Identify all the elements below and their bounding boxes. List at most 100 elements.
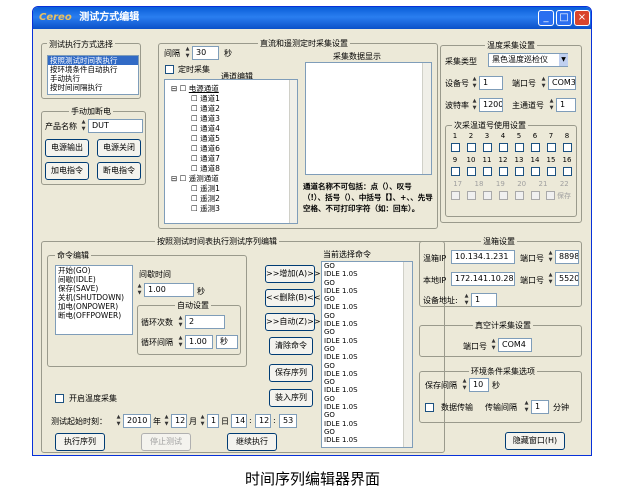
- mode-item[interactable]: 按照测试时间表执行: [48, 56, 138, 65]
- day-field[interactable]: 1: [207, 414, 219, 428]
- tree-channel[interactable]: ☐ 通道4: [169, 124, 269, 134]
- device-field[interactable]: 1: [479, 76, 503, 90]
- timed-checkbox[interactable]: [165, 65, 174, 74]
- channel-checkbox[interactable]: [498, 191, 508, 200]
- display-scrollbar[interactable]: [422, 63, 431, 174]
- channel-checkbox[interactable]: [530, 167, 540, 176]
- idle-spin-icon[interactable]: ▲ ▼: [136, 283, 143, 297]
- tree-channel[interactable]: ☐ 通道5: [169, 134, 269, 144]
- command-item[interactable]: 关机(SHUTDOWN): [56, 293, 132, 302]
- save-checkbox[interactable]: [546, 191, 555, 200]
- tree-telemetry[interactable]: ☐ 遥测1: [169, 184, 269, 194]
- command-item[interactable]: 加电(ONPOWER): [56, 302, 132, 311]
- year-spin-icon[interactable]: ▲ ▼: [115, 414, 122, 428]
- channel-checkbox[interactable]: [514, 191, 524, 200]
- channel-checkbox[interactable]: [514, 143, 524, 152]
- channel-checkbox[interactable]: [562, 143, 572, 152]
- loop-count-field[interactable]: 2: [185, 315, 225, 329]
- tree-channel[interactable]: ☐ 通道1: [169, 94, 269, 104]
- current-command-item[interactable]: IDLE 1.0S: [322, 386, 402, 394]
- loop-interval-field[interactable]: 1.00: [185, 335, 213, 349]
- save-interval-spin-icon[interactable]: ▲ ▼: [461, 378, 468, 392]
- tree-telemetry-node[interactable]: ⊟ ☐ 遥测通道: [169, 174, 269, 184]
- current-command-item[interactable]: IDLE 1.0S: [322, 370, 402, 378]
- current-command-item[interactable]: GO: [322, 362, 402, 370]
- command-list[interactable]: 开始(GO) 间歇(IDLE) 保存(SAVE) 关机(SHUTDOWN) 加电…: [55, 265, 133, 335]
- current-command-item[interactable]: IDLE 1.0S: [322, 436, 402, 444]
- channel-checkbox[interactable]: [546, 167, 556, 176]
- cut-cmd-button[interactable]: 断电指令: [97, 162, 141, 180]
- port-spin-icon[interactable]: ▲ ▼: [540, 76, 547, 90]
- clear-command-button[interactable]: 清除命令: [269, 337, 313, 355]
- current-command-item[interactable]: IDLE 1.0S: [322, 270, 402, 278]
- run-sequence-button[interactable]: 执行序列: [55, 433, 105, 451]
- channel-checkbox[interactable]: [514, 167, 524, 176]
- power-cmd-button[interactable]: 加电指令: [45, 162, 89, 180]
- minute-field[interactable]: 12: [255, 414, 271, 428]
- interval-spin-icon[interactable]: ▲ ▼: [184, 46, 191, 60]
- port-field[interactable]: COM3: [548, 76, 576, 90]
- channel-checkbox[interactable]: [482, 167, 492, 176]
- chevron-down-icon[interactable]: ▼: [559, 54, 568, 66]
- close-button[interactable]: ×: [574, 10, 590, 26]
- channel-checkbox[interactable]: [530, 143, 540, 152]
- oven-ip-field[interactable]: 10.134.1.231: [451, 250, 515, 264]
- oven-port-spin-icon[interactable]: ▲ ▼: [547, 250, 554, 264]
- command-item[interactable]: 保存(SAVE): [56, 284, 132, 293]
- current-list-scrollbar[interactable]: [403, 262, 412, 447]
- save-sequence-button[interactable]: 保存序列: [269, 364, 313, 382]
- current-command-item[interactable]: GO: [322, 279, 402, 287]
- month-field[interactable]: 12: [171, 414, 187, 428]
- temp-collect-checkbox[interactable]: [55, 394, 64, 403]
- channel-checkbox[interactable]: [466, 143, 476, 152]
- load-sequence-button[interactable]: 装入序列: [269, 389, 313, 407]
- channel-checkbox[interactable]: [482, 191, 492, 200]
- channel-checkbox[interactable]: [498, 167, 508, 176]
- channel-checkbox[interactable]: [450, 167, 460, 176]
- channel-checkbox[interactable]: [562, 167, 572, 176]
- second-field[interactable]: 53: [279, 414, 297, 428]
- current-command-item[interactable]: IDLE 1.0S: [322, 337, 402, 345]
- power-off-button[interactable]: 电源关闭: [97, 139, 141, 157]
- loop-spin-icon[interactable]: ▲ ▼: [177, 315, 184, 329]
- loop-int-spin-icon[interactable]: ▲ ▼: [177, 335, 184, 349]
- baud-field[interactable]: 1200: [479, 98, 503, 112]
- tree-channel[interactable]: ☐ 通道2: [169, 104, 269, 114]
- mode-list[interactable]: 按照测试时间表执行 按环境条件自动执行 手动执行 按时间间隔执行: [47, 55, 139, 95]
- baud-spin-icon[interactable]: ▲ ▼: [471, 98, 478, 112]
- main-channel-spin-icon[interactable]: ▲ ▼: [548, 98, 555, 112]
- local-port-spin-icon[interactable]: ▲ ▼: [547, 272, 554, 286]
- local-port-field[interactable]: 5520: [555, 272, 579, 286]
- current-command-item[interactable]: GO: [322, 395, 402, 403]
- tree-telemetry[interactable]: ☐ 遥测3: [169, 204, 269, 214]
- tree-channel[interactable]: ☐ 通道6: [169, 144, 269, 154]
- oven-port-field[interactable]: 8898: [555, 250, 579, 264]
- minimize-button[interactable]: _: [538, 10, 554, 26]
- stop-test-button[interactable]: 停止测试: [141, 433, 191, 451]
- loop-unit-select[interactable]: 秒: [216, 335, 238, 349]
- device-spin-icon[interactable]: ▲ ▼: [471, 76, 478, 90]
- channel-checkbox[interactable]: [450, 191, 460, 200]
- trans-interval-field[interactable]: 1: [531, 400, 549, 414]
- tree-channel[interactable]: ☐ 通道3: [169, 114, 269, 124]
- channel-checkbox[interactable]: [450, 143, 460, 152]
- day-spin-icon[interactable]: ▲ ▼: [199, 414, 206, 428]
- current-command-item[interactable]: IDLE 1.0S: [322, 320, 402, 328]
- current-command-item[interactable]: IDLE 1.0S: [322, 287, 402, 295]
- current-command-item[interactable]: IDLE 1.0S: [322, 353, 402, 361]
- channel-checkbox[interactable]: [546, 143, 556, 152]
- tree-scrollbar[interactable]: [289, 80, 297, 223]
- hide-window-button[interactable]: 隐藏窗口(H): [505, 432, 565, 450]
- product-field[interactable]: DUT: [88, 119, 143, 133]
- local-ip-field[interactable]: 172.141.10.28: [451, 272, 515, 286]
- current-command-item[interactable]: GO: [322, 428, 402, 436]
- tree-channel[interactable]: ☐ 通道8: [169, 164, 269, 174]
- current-command-item[interactable]: IDLE 1.0S: [322, 403, 402, 411]
- command-item[interactable]: 开始(GO): [56, 266, 132, 275]
- current-command-item[interactable]: GO: [322, 295, 402, 303]
- device-addr-spin-icon[interactable]: ▲ ▼: [463, 293, 470, 307]
- delete-command-button[interactable]: <<删除(B)<<: [265, 289, 321, 307]
- main-channel-field[interactable]: 1: [556, 98, 576, 112]
- collect-type-select[interactable]: 黑色温度巡检仪: [488, 53, 568, 67]
- year-field[interactable]: 2010: [123, 414, 151, 428]
